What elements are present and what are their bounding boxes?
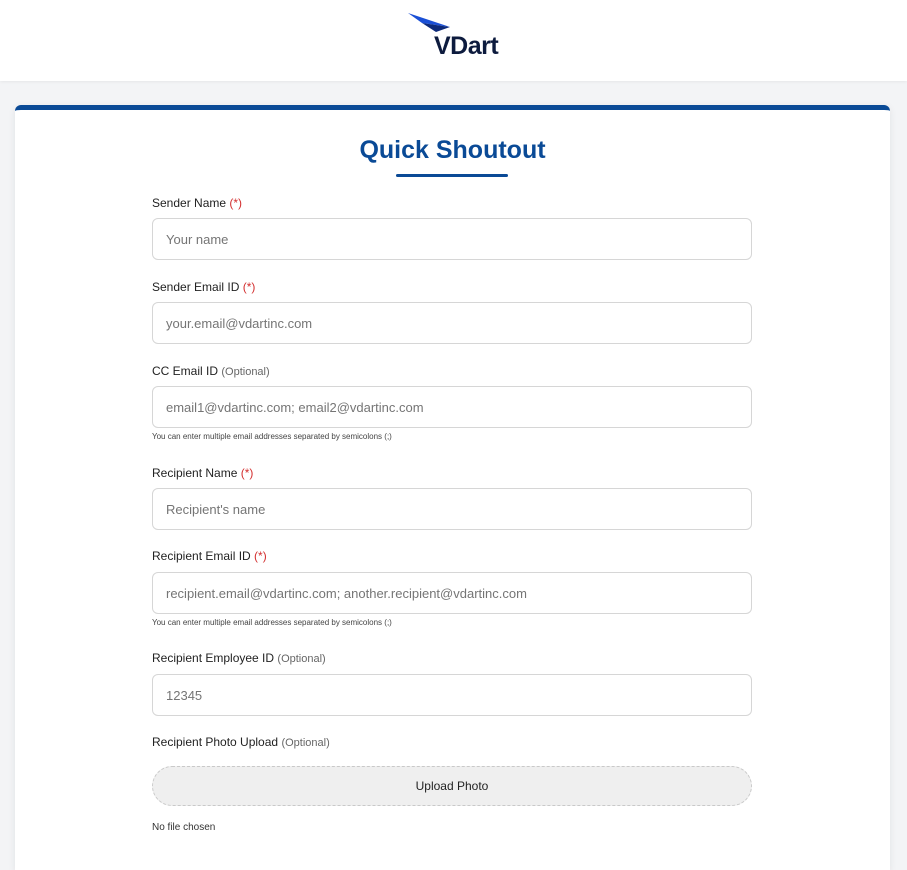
required-marker: (*) <box>240 466 254 480</box>
recipient-name-label: Recipient Name (*) <box>152 466 253 480</box>
cc-email-label: CC Email ID (Optional) <box>152 364 270 378</box>
page-title: Quick Shoutout <box>359 136 546 164</box>
sender-email-label-text: Sender Email ID <box>152 280 240 294</box>
recipient-email-input[interactable] <box>152 572 752 614</box>
optional-marker: (Optional) <box>281 737 330 749</box>
logo-text: VDart <box>434 32 499 60</box>
recipient-employee-id-label: Recipient Employee ID (Optional) <box>152 651 326 665</box>
required-marker: (*) <box>242 280 256 294</box>
sender-name-label: Sender Name (*) <box>152 196 242 210</box>
optional-marker: (Optional) <box>221 366 270 378</box>
shoutout-form-card: Quick Shoutout Sender Name (*) Sender Em… <box>15 105 890 870</box>
upload-photo-button[interactable]: Upload Photo <box>152 766 752 806</box>
recipient-photo-label-text: Recipient Photo Upload <box>152 735 279 749</box>
optional-marker: (Optional) <box>277 653 326 665</box>
sender-email-label: Sender Email ID (*) <box>152 280 255 294</box>
recipient-email-label-text: Recipient Email ID <box>152 549 251 563</box>
required-marker: (*) <box>254 549 267 563</box>
file-status-text: No file chosen <box>152 822 216 833</box>
cc-email-hint: You can enter multiple email addresses s… <box>152 432 392 441</box>
sender-name-input[interactable] <box>152 218 752 260</box>
header-bar: VDart <box>0 0 907 81</box>
vdart-logo[interactable]: VDart <box>406 11 506 63</box>
sender-name-label-text: Sender Name <box>152 196 227 210</box>
sender-email-input[interactable] <box>152 302 752 344</box>
recipient-email-hint: You can enter multiple email addresses s… <box>152 618 392 627</box>
recipient-name-label-text: Recipient Name <box>152 466 238 480</box>
recipient-employee-id-input[interactable] <box>152 674 752 716</box>
cc-email-input[interactable] <box>152 386 752 428</box>
recipient-name-input[interactable] <box>152 488 752 530</box>
recipient-email-label: Recipient Email ID (*) <box>152 549 267 563</box>
required-marker: (*) <box>229 196 243 210</box>
recipient-employee-id-label-text: Recipient Employee ID <box>152 651 275 665</box>
title-underline <box>396 174 508 177</box>
cc-email-label-text: CC Email ID <box>152 364 219 378</box>
recipient-photo-label: Recipient Photo Upload (Optional) <box>152 735 330 749</box>
